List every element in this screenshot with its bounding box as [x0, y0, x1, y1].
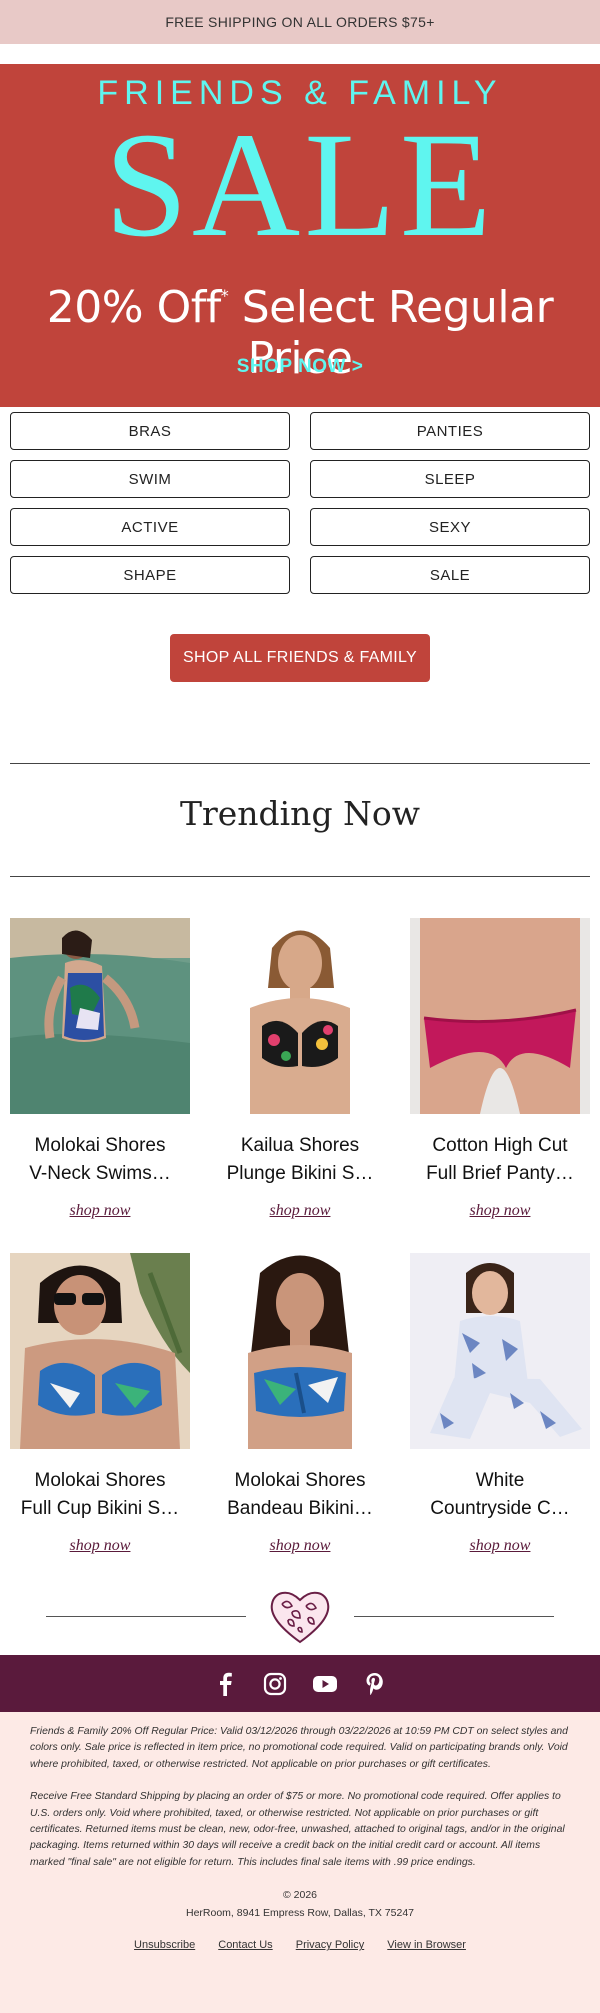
free-shipping-banner: FREE SHIPPING ON ALL ORDERS $75+	[0, 0, 600, 44]
heart-divider-line-right	[354, 1616, 554, 1617]
category-button-shape[interactable]: SHAPE	[10, 556, 290, 594]
hero-offer-asterisk: *	[220, 286, 229, 305]
product-name[interactable]: Molokai Shores Bandeau Bikini…	[210, 1467, 390, 1523]
social-bar	[0, 1655, 600, 1712]
product-name-line1: Molokai Shores	[234, 1470, 366, 1491]
category-button-panties[interactable]: PANTIES	[310, 412, 590, 450]
shop-now-link[interactable]: shop now	[470, 1202, 531, 1220]
privacy-policy-link[interactable]: Privacy Policy	[296, 1939, 364, 1951]
heart-divider-line-left	[46, 1616, 246, 1617]
product-name-line2: Full Brief Panty…	[426, 1163, 574, 1184]
product-name-line1: Molokai Shores	[34, 1470, 166, 1491]
category-button-swim[interactable]: SWIM	[10, 460, 290, 498]
category-button-sexy[interactable]: SEXY	[310, 508, 590, 546]
product-name[interactable]: Cotton High Cut Full Brief Panty…	[410, 1132, 590, 1188]
product-card[interactable]: White Countryside C… shop now	[410, 1253, 590, 1555]
product-name-line2: Bandeau Bikini…	[227, 1498, 373, 1519]
view-in-browser-link[interactable]: View in Browser	[387, 1939, 466, 1951]
product-name[interactable]: Kailua Shores Plunge Bikini S…	[210, 1132, 390, 1188]
copyright: © 2026	[282, 1889, 317, 1902]
product-name-line1: Molokai Shores	[34, 1135, 166, 1156]
product-name-line1: White	[475, 1470, 525, 1491]
contact-us-link[interactable]: Contact Us	[218, 1939, 272, 1951]
legal-footer: Friends & Family 20% Off Regular Price: …	[0, 1712, 600, 2013]
product-name[interactable]: Molokai Shores V-Neck Swims…	[10, 1132, 190, 1188]
product-card[interactable]: Cotton High Cut Full Brief Panty… shop n…	[410, 918, 590, 1220]
product-image[interactable]	[210, 918, 390, 1114]
product-name-line2: Full Cup Bikini S…	[20, 1498, 180, 1519]
hero-headline: SALE	[104, 102, 496, 268]
shop-now-link[interactable]: shop now	[470, 1537, 531, 1555]
divider-top	[10, 763, 590, 764]
shop-now-link[interactable]: SHOP NOW >	[0, 356, 600, 378]
free-shipping-text: FREE SHIPPING ON ALL ORDERS $75+	[165, 14, 435, 30]
product-card[interactable]: Molokai Shores V-Neck Swims… shop now	[10, 918, 190, 1220]
category-button-active[interactable]: ACTIVE	[10, 508, 290, 546]
shop-all-friends-family-button[interactable]: SHOP ALL FRIENDS & FAMILY	[170, 634, 430, 682]
product-name[interactable]: Molokai Shores Full Cup Bikini S…	[10, 1467, 190, 1523]
product-image[interactable]	[210, 1253, 390, 1449]
product-name[interactable]: White Countryside C…	[410, 1467, 590, 1523]
product-name-line2: Countryside C…	[430, 1498, 570, 1519]
product-name-line2: V-Neck Swims…	[29, 1163, 171, 1184]
product-name-line2: Plunge Bikini S…	[226, 1163, 374, 1184]
company-address: HerRoom, 8941 Empress Row, Dallas, TX 75…	[186, 1907, 414, 1920]
unsubscribe-link[interactable]: Unsubscribe	[134, 1939, 195, 1951]
category-button-sleep[interactable]: SLEEP	[310, 460, 590, 498]
promo-terms: Friends & Family 20% Off Regular Price: …	[30, 1726, 568, 1770]
product-card[interactable]: Kailua Shores Plunge Bikini S… shop now	[210, 918, 390, 1220]
shipping-returns-terms: Receive Free Standard Shipping by placin…	[30, 1791, 565, 1868]
hero-offer-main: 20% Off	[46, 282, 221, 333]
pinterest-icon[interactable]	[361, 1670, 389, 1698]
category-button-sale[interactable]: SALE	[310, 556, 590, 594]
shop-now-link[interactable]: shop now	[270, 1202, 331, 1220]
shop-now-link[interactable]: shop now	[70, 1537, 131, 1555]
shop-now-link[interactable]: shop now	[270, 1537, 331, 1555]
product-image[interactable]	[10, 1253, 190, 1449]
youtube-icon[interactable]	[311, 1670, 339, 1698]
category-button-bras[interactable]: BRAS	[10, 412, 290, 450]
shop-now-link[interactable]: shop now	[70, 1202, 131, 1220]
product-image[interactable]	[410, 918, 590, 1114]
product-card[interactable]: Molokai Shores Full Cup Bikini S… shop n…	[10, 1253, 190, 1555]
product-image[interactable]	[10, 918, 190, 1114]
product-image[interactable]	[410, 1253, 590, 1449]
hero-sale-banner[interactable]: FRIENDS & FAMILY SALE 20% Off* Select Re…	[0, 64, 600, 407]
instagram-icon[interactable]	[261, 1670, 289, 1698]
trending-now-heading: Trending Now	[179, 794, 421, 833]
product-name-line1: Cotton High Cut	[432, 1135, 568, 1156]
heart-icon	[270, 1591, 330, 1644]
product-card[interactable]: Molokai Shores Bandeau Bikini… shop now	[210, 1253, 390, 1555]
divider-bottom	[10, 876, 590, 877]
footer-links: Unsubscribe Contact Us Privacy Policy Vi…	[30, 1939, 570, 1951]
facebook-icon[interactable]	[211, 1670, 239, 1698]
heart-divider	[0, 1586, 600, 1646]
product-name-line1: Kailua Shores	[240, 1135, 360, 1156]
